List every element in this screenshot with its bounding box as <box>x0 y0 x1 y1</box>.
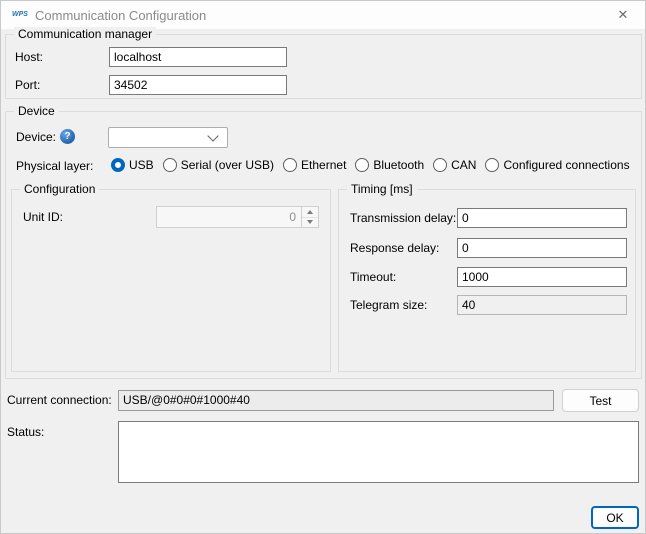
test-button[interactable]: Test <box>562 389 639 412</box>
port-input[interactable] <box>109 75 287 95</box>
unit-id-value: 0 <box>157 207 301 227</box>
spin-up-button[interactable] <box>302 207 318 217</box>
radio-bluetooth-label: Bluetooth <box>373 158 424 172</box>
physical-layer-radio-group: USB Serial (over USB) Ethernet Bluetooth… <box>111 157 630 173</box>
status-label: Status: <box>7 422 44 442</box>
radio-circle-icon <box>283 158 297 172</box>
telegram-size-label: Telegram size: <box>350 295 427 315</box>
transmission-delay-input[interactable] <box>457 208 627 228</box>
close-icon[interactable]: ✕ <box>601 1 645 29</box>
configuration-legend: Configuration <box>20 182 99 196</box>
transmission-delay-label: Transmission delay: <box>350 208 456 228</box>
device-legend: Device <box>14 104 59 118</box>
radio-serial-over-usb[interactable]: Serial (over USB) <box>163 158 274 172</box>
help-icon[interactable]: ? <box>60 129 75 144</box>
chevron-down-icon <box>207 130 218 141</box>
timing-legend: Timing [ms] <box>347 182 417 196</box>
radio-configured-connections[interactable]: Configured connections <box>485 158 629 172</box>
radio-usb[interactable]: USB <box>111 158 154 172</box>
radio-ethernet[interactable]: Ethernet <box>283 158 346 172</box>
host-label: Host: <box>15 47 43 67</box>
communication-manager-legend: Communication manager <box>14 27 156 41</box>
current-connection-label: Current connection: <box>7 390 112 410</box>
communication-manager-group: Communication manager <box>5 34 642 99</box>
radio-circle-icon <box>433 158 447 172</box>
unit-id-spin-buttons <box>301 207 318 227</box>
response-delay-label: Response delay: <box>350 238 439 258</box>
host-input[interactable] <box>109 47 287 67</box>
radio-usb-label: USB <box>129 158 154 172</box>
device-label: Device: <box>16 127 56 147</box>
radio-can[interactable]: CAN <box>433 158 476 172</box>
triangle-down-icon <box>307 220 313 224</box>
radio-ethernet-label: Ethernet <box>301 158 346 172</box>
device-select[interactable] <box>108 127 228 148</box>
radio-circle-icon <box>111 158 125 172</box>
radio-configured-connections-label: Configured connections <box>503 158 629 172</box>
radio-bluetooth[interactable]: Bluetooth <box>355 158 424 172</box>
window-title: Communication Configuration <box>35 8 206 23</box>
status-textarea[interactable] <box>118 421 639 483</box>
timeout-input[interactable] <box>457 267 627 287</box>
app-logo-icon: WPS <box>11 8 29 22</box>
triangle-up-icon <box>307 210 313 214</box>
unit-id-label: Unit ID: <box>23 207 63 227</box>
communication-configuration-dialog: WPS Communication Configuration ✕ Commun… <box>0 0 646 534</box>
telegram-size-input <box>457 295 627 315</box>
current-connection-value: USB/@0#0#0#1000#40 <box>118 390 554 411</box>
radio-can-label: CAN <box>451 158 476 172</box>
unit-id-stepper: 0 <box>156 206 319 228</box>
physical-layer-label: Physical layer: <box>16 156 93 176</box>
timeout-label: Timeout: <box>350 267 396 287</box>
spin-down-button[interactable] <box>302 217 318 228</box>
radio-serial-label: Serial (over USB) <box>181 158 274 172</box>
title-bar: WPS Communication Configuration ✕ <box>1 1 645 29</box>
radio-circle-icon <box>355 158 369 172</box>
port-label: Port: <box>15 75 40 95</box>
radio-circle-icon <box>485 158 499 172</box>
response-delay-input[interactable] <box>457 238 627 258</box>
radio-circle-icon <box>163 158 177 172</box>
ok-button[interactable]: OK <box>591 506 639 529</box>
